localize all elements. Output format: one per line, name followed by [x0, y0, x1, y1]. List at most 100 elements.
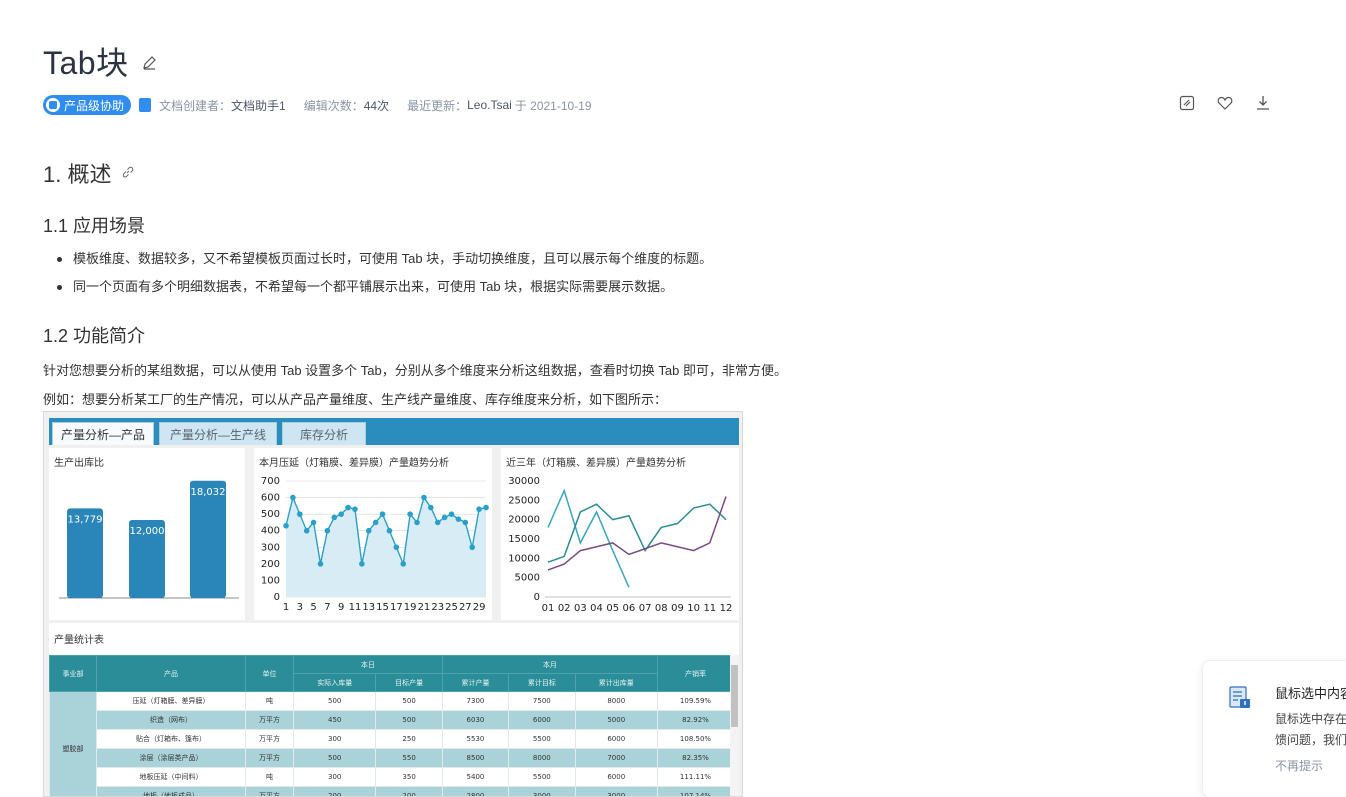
bar-data-label: 13,779	[68, 514, 103, 525]
data-point	[359, 561, 365, 567]
table-cell: 织造（网布）	[96, 710, 246, 730]
x-tick-label: 17	[390, 602, 403, 613]
favorite-heart-icon[interactable]	[1216, 94, 1234, 112]
x-tick-label: 03	[574, 603, 587, 614]
dept-cell: 塑胶部	[49, 691, 97, 796]
x-tick-label: 7	[324, 602, 330, 613]
table-cell: 6000	[508, 710, 576, 730]
table-row: 地板压延（中间料）吨 300 350 5400 5500 6000 111.11%	[50, 767, 734, 787]
updated-date: 于 2021-10-19	[514, 98, 592, 113]
data-point	[476, 506, 482, 512]
y-tick-label: 25000	[508, 495, 540, 506]
list-item: 同一个页面有多个明细数据表，不希望每一个都平铺展示出来，可使用 Tab 块，根据…	[55, 276, 712, 304]
table-cell: 5500	[508, 767, 576, 787]
copy-link-icon[interactable]	[1178, 94, 1196, 112]
table-cell: 7300	[441, 691, 510, 711]
col-ratio: 产销率	[657, 655, 734, 692]
x-tick-label: 09	[671, 603, 684, 614]
table-cell: 200	[375, 786, 443, 796]
y-tick-label: 30000	[508, 476, 540, 487]
table-cell: 8000	[574, 691, 659, 711]
cube-icon	[46, 98, 60, 112]
y-tick-label: 700	[261, 476, 280, 487]
col-unit: 单位	[245, 655, 294, 692]
table-cell: 吨	[245, 691, 294, 711]
y-tick-label: 500	[261, 509, 280, 520]
table-cell: 万平方	[245, 710, 294, 730]
col-target: 目标产量	[375, 673, 443, 692]
data-point	[441, 514, 448, 521]
data-point	[379, 511, 386, 517]
data-point	[483, 504, 489, 511]
col-month: 本月	[441, 655, 659, 674]
col-cum-out: 累计出库量	[574, 673, 659, 692]
table-cell: 300	[292, 767, 377, 787]
scrollbar-thumb[interactable]	[731, 665, 738, 727]
stats-table: 事业部 产品 单位 本日 本月 产销率 实际入库量 目标产量 累计产量 累计目标…	[49, 655, 734, 796]
x-tick-label: 23	[431, 602, 444, 613]
table-cell: 5530	[441, 729, 510, 749]
edits-label: 编辑次数：	[303, 98, 364, 113]
edit-icon[interactable]	[140, 54, 158, 72]
table-cell: 500	[292, 691, 377, 711]
data-point	[303, 527, 310, 534]
badge-label: 产品级协助	[64, 98, 125, 113]
table-cell: 111.11%	[657, 767, 734, 787]
report-tab-inventory[interactable]: 库存分析	[282, 422, 366, 445]
bar-chart-card: 生产出库比 13,779 12,000 18,032	[49, 448, 245, 620]
table-cell: 5500	[508, 729, 576, 749]
bar-chart: 13,779 12,000 18,032	[59, 480, 239, 599]
y-tick-label: 300	[261, 542, 280, 553]
data-point	[393, 544, 400, 551]
table-row: 涂层（涂层类产品） 万平方 500 550 8500 8000 7000 82.35%	[50, 748, 734, 768]
table-cell: 82.35%	[657, 748, 734, 768]
series-line	[547, 488, 630, 588]
table-cell: 3000	[508, 786, 576, 796]
table-cell: 3000	[574, 786, 659, 796]
y-tick-label: 0	[274, 592, 280, 603]
creator-name[interactable]: 文档助手1	[231, 97, 286, 114]
monthly-line-chart: 01002003004005006007001 3 5 7 9 11 13 15 17 19 21 2…	[261, 476, 489, 613]
yearly-line-chart: 0 5000 10000 15000 20000 25000 30000 01 02 03 04 05…	[508, 476, 732, 614]
table-cell: 82.92%	[657, 710, 734, 730]
table-cell: 5000	[574, 710, 659, 730]
y-tick-label: 15000	[508, 534, 540, 545]
table-cell: 300	[292, 729, 377, 749]
feature-paragraph: 针对您想要分析的某组数据，可以从使用 Tab 设置多个 Tab，分别从多个维度来…	[43, 363, 787, 378]
list-item: 模板维度、数据较多，又不希望模板页面过长时，可使用 Tab 块，手动切换维度，且…	[55, 248, 712, 276]
download-icon[interactable]	[1254, 94, 1272, 112]
x-tick-label: 1	[283, 602, 289, 613]
example-paragraph: 例如：想要分析某工厂的生产情况，可以从产品产量维度、生产线产量维度、库存维度来分…	[43, 392, 668, 407]
table-cell: 万平方	[245, 729, 294, 749]
col-dept: 事业部	[49, 655, 97, 692]
table-cell: 地板（地板成品）	[96, 786, 246, 796]
report-tab-line[interactable]: 产量分析—生产线	[159, 422, 277, 445]
x-tick-label: 05	[606, 603, 619, 614]
table-cell: 350	[375, 767, 443, 787]
table-row: 织造（网布） 万平方 450 500 6030 6000 5000 82.92%	[50, 710, 734, 730]
table-scrollbar[interactable]	[730, 655, 739, 796]
series-line	[547, 503, 727, 563]
report-tab-product[interactable]: 产量分析—产品	[52, 422, 154, 445]
table-cell: 8000	[508, 748, 576, 768]
col-cum-target: 累计目标	[508, 673, 576, 692]
tip-title: 鼠标选中内容	[1275, 686, 1346, 701]
creator-label: 文档创建者：	[159, 98, 232, 113]
updated-by[interactable]: Leo.Tsai	[467, 98, 512, 112]
y-tick-label: 20000	[508, 515, 540, 526]
table-cell: 2800	[441, 786, 510, 796]
table-cell: 贴合（灯箱布、篷布）	[96, 729, 246, 749]
table-cell: 500	[375, 710, 443, 730]
dont-show-again-link[interactable]: 不再提示	[1275, 757, 1323, 774]
data-point	[434, 519, 441, 526]
stats-table-title: 产量统计表	[54, 635, 104, 646]
anchor-link-icon[interactable]	[121, 165, 135, 179]
table-cell: 万平方	[245, 748, 294, 768]
data-point	[448, 511, 455, 517]
data-point	[296, 511, 303, 517]
product-support-badge[interactable]: 产品级协助	[43, 95, 132, 115]
table-cell: 压延（灯箱膜、差异膜）	[96, 691, 246, 711]
data-point	[324, 527, 331, 534]
x-tick-label: 08	[655, 603, 668, 614]
x-tick-label: 06	[623, 603, 636, 614]
